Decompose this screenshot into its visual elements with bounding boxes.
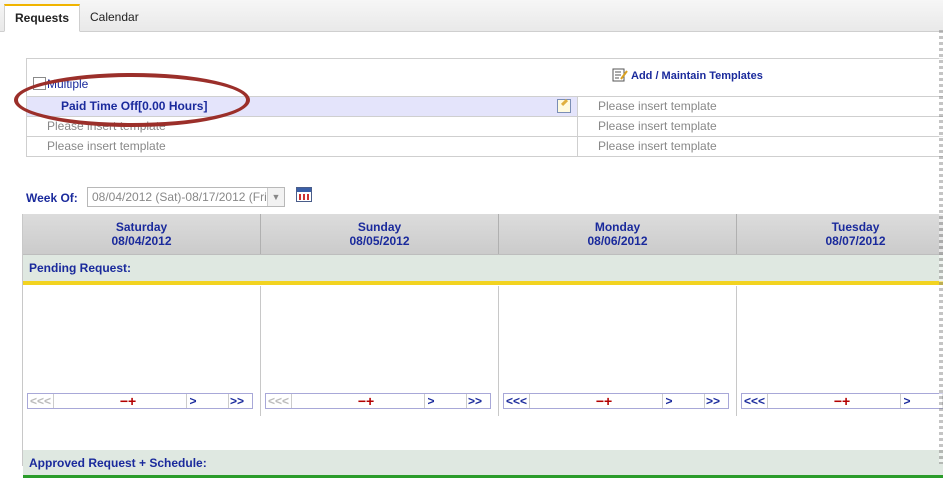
day-date: 08/07/2012 [825,234,886,248]
prev-page-button[interactable]: < [42,394,54,408]
edit-icon[interactable] [557,99,571,113]
day-name: Sunday [357,220,402,234]
week-of-select[interactable]: 08/04/2012 (Sat)-08/17/2012 (Fri) ▼ [87,187,285,207]
dropdown-arrow-icon[interactable]: ▼ [267,188,284,206]
tab-calendar[interactable]: Calendar [80,4,149,30]
day-header-saturday: Saturday 08/04/2012 [23,214,261,254]
next-page-button[interactable]: > [424,394,437,408]
day-header-tuesday: Tuesday 08/07/2012 [737,214,943,254]
day-header-row: Saturday 08/04/2012 Sunday 08/05/2012 Mo… [23,214,943,255]
last-page-button[interactable]: >> [704,394,721,408]
tab-requests[interactable]: Requests [4,4,81,32]
cell-pager: << < −+ > >> [741,393,943,409]
day-name: Monday [594,220,641,234]
prev-page-button[interactable]: < [756,394,768,408]
cell-pager: << < −+ > >> [27,393,253,409]
next-page-button[interactable]: > [900,394,913,408]
remove-add-button[interactable]: −+ [822,394,862,408]
pending-cell-tuesday[interactable]: << < −+ > >> [737,286,943,416]
cell-pager: << < −+ > >> [265,393,491,409]
last-page-button[interactable]: >> [228,394,245,408]
pending-request-band: Pending Request: [23,255,943,285]
add-maintain-templates-label: Add / Maintain Templates [631,70,763,82]
first-page-button[interactable]: << [268,394,282,408]
remove-add-button[interactable]: −+ [346,394,386,408]
first-page-button[interactable]: << [30,394,44,408]
day-name: Saturday [115,220,168,234]
day-date: 08/04/2012 [111,234,172,248]
template-cell-right[interactable]: Please insert template [577,137,943,156]
template-row[interactable]: Please insert template Please insert tem… [27,137,943,156]
day-date: 08/05/2012 [349,234,410,248]
next-page-button[interactable]: > [662,394,675,408]
prev-page-button[interactable]: < [518,394,530,408]
add-maintain-templates-link[interactable]: Add / Maintain Templates [612,68,763,82]
prev-page-button[interactable]: < [280,394,292,408]
day-date: 08/06/2012 [587,234,648,248]
first-page-button[interactable]: << [506,394,520,408]
next-page-button[interactable]: > [186,394,199,408]
remove-add-button[interactable]: −+ [108,394,148,408]
tab-bar: Requests Calendar [0,0,943,32]
cell-pager: << < −+ > >> [503,393,729,409]
week-of-value: 08/04/2012 (Sat)-08/17/2012 (Fri) [92,190,271,204]
pending-cell-saturday[interactable]: << < −+ > >> [23,286,261,416]
torn-edge-decoration [939,30,943,464]
approved-request-band: Approved Request + Schedule: [23,450,943,478]
highlight-oval-annotation [14,73,250,127]
day-header-monday: Monday 08/06/2012 [499,214,737,254]
edit-note-icon [612,68,628,82]
pending-cell-sunday[interactable]: << < −+ > >> [261,286,499,416]
schedule-grid: Saturday 08/04/2012 Sunday 08/05/2012 Mo… [22,214,943,478]
template-cell-left[interactable]: Please insert template [27,137,577,156]
template-cell-right[interactable]: Please insert template [577,97,943,116]
week-of-label: Week Of: [26,191,78,205]
day-name: Tuesday [831,220,880,234]
day-header-sunday: Sunday 08/05/2012 [261,214,499,254]
pending-cell-monday[interactable]: << < −+ > >> [499,286,737,416]
last-page-button[interactable]: >> [466,394,483,408]
template-cell-right[interactable]: Please insert template [577,117,943,136]
calendar-icon[interactable] [296,187,312,202]
remove-add-button[interactable]: −+ [584,394,624,408]
first-page-button[interactable]: << [744,394,758,408]
